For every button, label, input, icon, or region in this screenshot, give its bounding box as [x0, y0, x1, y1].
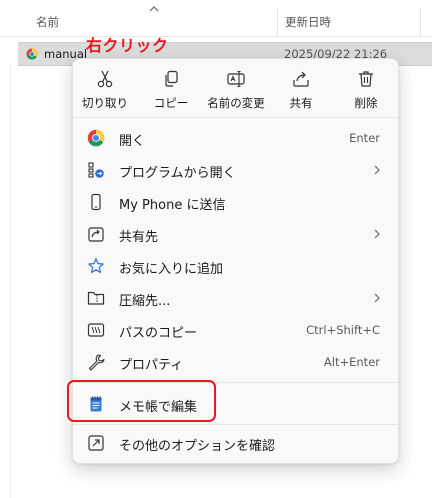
- menu-item-label: パスのコピー: [119, 326, 198, 341]
- menu-divider: [73, 117, 398, 118]
- share-icon: [293, 71, 309, 87]
- chevron-right-icon: [374, 165, 380, 175]
- wrench-icon: [88, 354, 105, 371]
- menu-item-open-with[interactable]: プログラムから開く: [77, 154, 394, 186]
- compress-folder-icon: [87, 291, 105, 305]
- chevron-right-icon: [374, 293, 380, 303]
- menu-item-properties[interactable]: プロパティ Alt+Enter: [77, 346, 394, 378]
- delete-label: 削除: [354, 96, 378, 110]
- rename-label: 名前の変更: [207, 96, 265, 110]
- menu-item-share-to[interactable]: 共有先: [77, 218, 394, 250]
- chrome-icon: [87, 129, 105, 147]
- menu-item-label: プロパティ: [119, 358, 184, 373]
- column-modified-header[interactable]: 更新日時: [285, 14, 331, 30]
- copy-path-icon: [87, 323, 105, 337]
- menu-item-label: その他のオプションを確認: [119, 439, 276, 454]
- more-options-icon: [88, 435, 104, 451]
- sort-ascending-icon[interactable]: [148, 4, 160, 14]
- delete-icon: [359, 71, 373, 87]
- menu-item-label: 開く: [119, 134, 146, 149]
- highlight-box: [67, 380, 216, 422]
- menu-item-label: 共有先: [119, 230, 159, 245]
- menu-item-copy-path[interactable]: パスのコピー Ctrl+Shift+C: [77, 314, 394, 346]
- column-name-header[interactable]: 名前: [36, 14, 59, 30]
- open-with-icon: [88, 162, 104, 178]
- menu-item-open[interactable]: 開く Enter: [77, 122, 394, 154]
- pane-guide: [10, 64, 11, 498]
- right-click-annotation: 右クリック: [86, 36, 169, 55]
- shortcut-text: Alt+Enter: [323, 355, 380, 369]
- column-divider[interactable]: [277, 8, 278, 36]
- delete-button[interactable]: 削除: [334, 65, 398, 115]
- menu-item-label: 圧縮先...: [119, 294, 171, 309]
- menu-item-label: プログラムから開く: [119, 166, 236, 181]
- column-divider[interactable]: [420, 8, 421, 36]
- copy-label: コピー: [153, 96, 189, 110]
- copy-button[interactable]: コピー: [139, 65, 203, 115]
- menu-item-more-options[interactable]: その他のオプションを確認: [77, 427, 394, 459]
- menu-item-label: お気に入りに追加: [119, 262, 224, 277]
- menu-divider: [73, 424, 398, 425]
- share-button[interactable]: 共有: [269, 65, 333, 115]
- share-label: 共有: [289, 96, 313, 110]
- menu-item-label: My Phone に送信: [119, 198, 226, 213]
- column-header-bar: 名前 更新日時: [0, 0, 432, 37]
- chrome-icon: [26, 48, 38, 60]
- quick-actions-bar: 切り取り コピー 名前の変更 共有 削除: [73, 59, 398, 117]
- rename-button[interactable]: 名前の変更: [204, 65, 268, 115]
- star-icon: [88, 258, 104, 274]
- phone-icon: [91, 193, 101, 211]
- menu-item-send-to-phone[interactable]: My Phone に送信: [77, 186, 394, 218]
- copy-icon: [165, 70, 178, 87]
- cut-button[interactable]: 切り取り: [73, 65, 137, 115]
- menu-item-add-favorite[interactable]: お気に入りに追加: [77, 250, 394, 282]
- shortcut-text: Ctrl+Shift+C: [306, 323, 380, 337]
- share-to-icon: [88, 227, 104, 242]
- cut-icon: [97, 70, 113, 88]
- menu-item-compress[interactable]: 圧縮先...: [77, 282, 394, 314]
- rename-icon: [227, 70, 245, 88]
- chevron-right-icon: [374, 229, 380, 239]
- shortcut-text: Enter: [349, 131, 380, 145]
- cut-label: 切り取り: [82, 96, 128, 110]
- explorer-window: 名前 更新日時 manual 2025/09/22 21:26 右クリック 切り…: [0, 0, 432, 498]
